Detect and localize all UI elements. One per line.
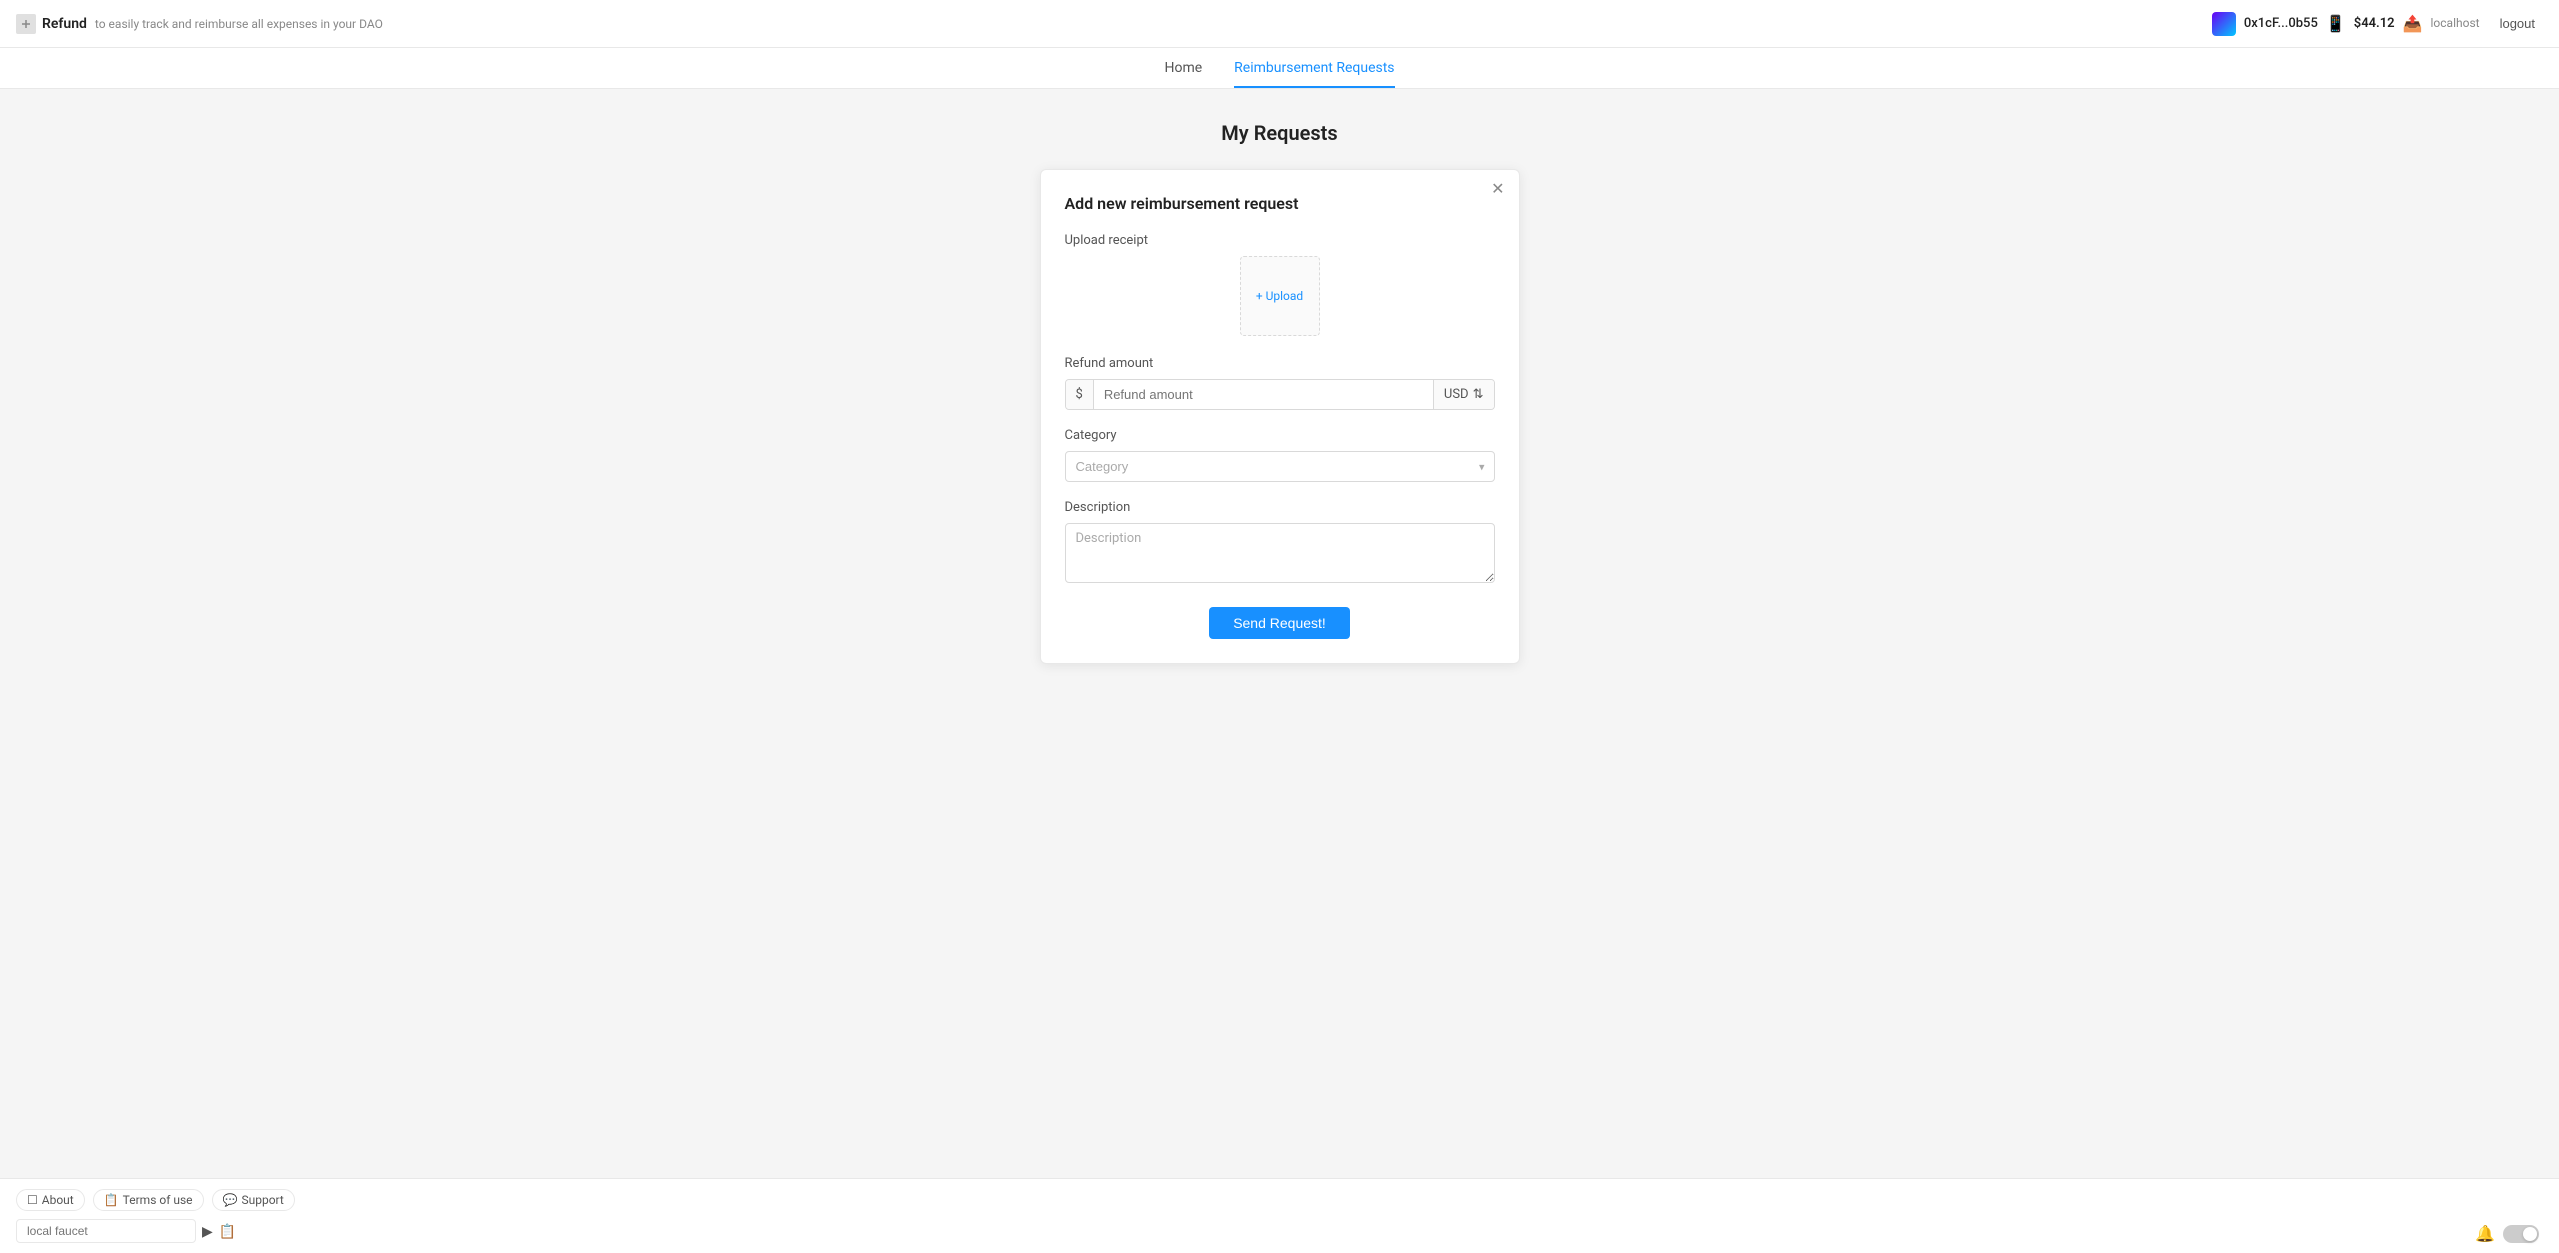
app-name: Refund	[42, 16, 87, 32]
app-header: Refund to easily track and reimburse all…	[0, 0, 2559, 48]
add-request-modal: ✕ Add new reimbursement request Upload r…	[1040, 169, 1520, 664]
currency-toggle-icon: ⇅	[1473, 387, 1484, 402]
amount-prefix: $	[1066, 380, 1094, 409]
app-footer: ☐ About 📋 Terms of use 💬 Support ▶ 📋	[0, 1178, 2559, 1253]
network-icon: 📤	[2403, 14, 2423, 33]
support-icon: 💬	[223, 1193, 238, 1207]
terms-icon: 📋	[104, 1193, 119, 1207]
app-logo: Refund	[16, 14, 87, 34]
wallet-avatar	[2212, 12, 2236, 36]
theme-toggle[interactable]	[2503, 1225, 2539, 1243]
upload-label: Upload receipt	[1065, 233, 1495, 248]
header-right: 0x1cF...0b55 📱 $44.12 📤 localhost logout	[2212, 12, 2543, 36]
terms-link[interactable]: 📋 Terms of use	[93, 1189, 204, 1211]
amount-row: $ USD ⇅	[1065, 379, 1495, 410]
logout-button[interactable]: logout	[2492, 12, 2543, 35]
description-label: Description	[1065, 500, 1495, 515]
network-label: localhost	[2431, 16, 2480, 30]
category-select-wrapper: Category	[1065, 451, 1495, 482]
wallet-info: 0x1cF...0b55 📱 $44.12 📤 localhost	[2212, 12, 2480, 36]
app-subtitle: to easily track and reimburse all expens…	[95, 17, 383, 31]
category-label: Category	[1065, 428, 1495, 443]
refund-amount-input[interactable]	[1094, 380, 1433, 409]
upload-button[interactable]: + Upload	[1240, 256, 1320, 336]
network-section: localhost	[2431, 16, 2480, 30]
support-label: Support	[242, 1193, 284, 1207]
about-icon: ☐	[27, 1193, 38, 1207]
faucet-wallet-button[interactable]: 📋	[219, 1223, 236, 1240]
toggle-knob	[2523, 1227, 2537, 1241]
category-select[interactable]: Category	[1065, 451, 1495, 482]
notification-icon: 🔔	[2475, 1224, 2495, 1243]
page-content: My Requests ✕ Add new reimbursement requ…	[0, 89, 2559, 1178]
footer-links: ☐ About 📋 Terms of use 💬 Support	[16, 1189, 2543, 1211]
currency-selector[interactable]: USD ⇅	[1433, 380, 1494, 409]
description-textarea[interactable]	[1065, 523, 1495, 583]
refund-amount-label: Refund amount	[1065, 356, 1495, 371]
upload-field-group: Upload receipt + Upload	[1065, 233, 1495, 336]
modal-close-button[interactable]: ✕	[1491, 182, 1504, 198]
about-link[interactable]: ☐ About	[16, 1189, 85, 1211]
footer-bottom-right: 🔔	[2475, 1224, 2539, 1243]
faucet-row: ▶ 📋	[16, 1219, 2543, 1243]
nav-item-home[interactable]: Home	[1164, 60, 1202, 88]
nav-item-reimbursement[interactable]: Reimbursement Requests	[1234, 60, 1394, 88]
logo-icon	[16, 14, 36, 34]
faucet-send-button[interactable]: ▶	[202, 1223, 213, 1240]
wallet-icon: 📱	[2326, 14, 2346, 33]
support-link[interactable]: 💬 Support	[212, 1189, 295, 1211]
modal-title: Add new reimbursement request	[1065, 194, 1495, 213]
description-field-group: Description	[1065, 500, 1495, 587]
terms-label: Terms of use	[123, 1193, 193, 1207]
header-left: Refund to easily track and reimburse all…	[16, 14, 383, 34]
about-label: About	[42, 1193, 74, 1207]
upload-button-text: + Upload	[1256, 289, 1303, 303]
currency-label: USD	[1444, 387, 1469, 402]
category-field-group: Category Category	[1065, 428, 1495, 482]
wallet-balance: $44.12	[2354, 16, 2395, 31]
wallet-address[interactable]: 0x1cF...0b55	[2244, 16, 2318, 31]
main-nav: Home Reimbursement Requests	[0, 48, 2559, 89]
page-title: My Requests	[1221, 121, 1337, 145]
send-request-button[interactable]: Send Request!	[1209, 607, 1350, 639]
refund-amount-field-group: Refund amount $ USD ⇅	[1065, 356, 1495, 410]
faucet-input[interactable]	[16, 1219, 196, 1243]
